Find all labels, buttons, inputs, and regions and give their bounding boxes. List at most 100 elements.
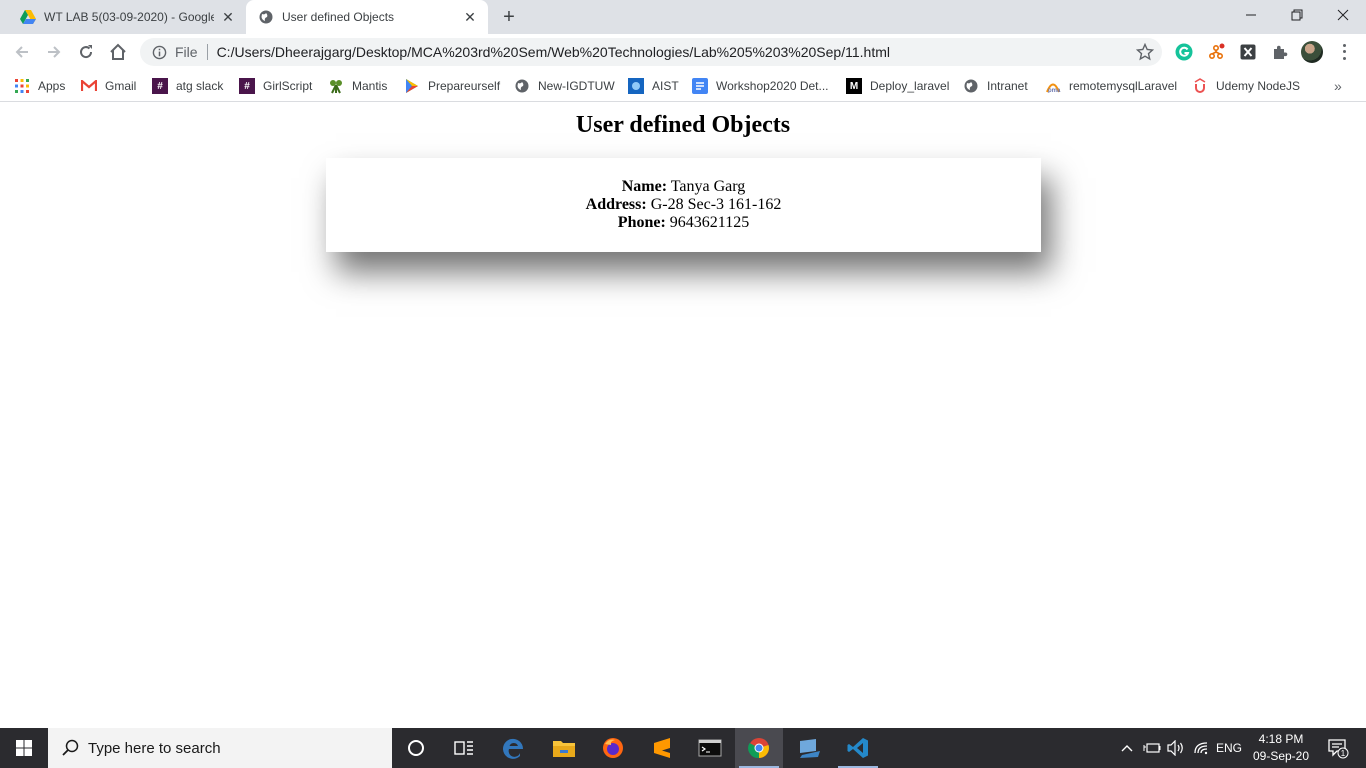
bookmark-label: Mantis <box>352 79 388 93</box>
tab-user-defined-objects[interactable]: User defined Objects ✕ <box>246 0 488 34</box>
battery-icon[interactable] <box>1142 728 1162 768</box>
close-tab-icon[interactable]: ✕ <box>220 9 236 25</box>
forward-button[interactable] <box>40 38 68 66</box>
bookmark-label: Gmail <box>105 79 137 93</box>
bookmark-girlscript[interactable]: # GirlScript <box>239 76 312 96</box>
clock-date: 09-Sep-20 <box>1252 749 1310 763</box>
cortana-button[interactable] <box>392 728 440 768</box>
name-value: Tanya Garg <box>670 178 746 195</box>
vscode-taskbar-icon[interactable] <box>834 728 882 768</box>
bookmark-star-icon[interactable] <box>1135 42 1155 61</box>
user-card: Name: Tanya Garg Address: G-28 Sec-3 161… <box>326 158 1041 252</box>
forward-arrow-icon <box>48 46 61 58</box>
bookmarks-bar: Apps Gmail # atg slack # GirlScript Mant… <box>0 70 1366 102</box>
windows-logo-icon <box>16 740 32 756</box>
name-label: Name: <box>621 178 668 195</box>
tab-title: WT LAB 5(03-09-2020) - Google <box>44 10 214 24</box>
bookmark-gmail[interactable]: Gmail <box>81 76 136 96</box>
slack-icon: # <box>152 78 168 94</box>
bookmark-atg-slack[interactable]: # atg slack <box>152 76 223 96</box>
taskbar-search-input[interactable]: Type here to search <box>48 728 392 768</box>
bookmark-label: New-IGDTUW <box>538 79 615 93</box>
action-center-button[interactable]: 1 <box>1318 728 1358 768</box>
bookmark-label: Intranet <box>987 79 1028 93</box>
apps-grid-icon <box>14 78 30 94</box>
medium-icon: M <box>846 78 862 94</box>
mantis-icon <box>328 78 344 94</box>
udemy-icon <box>1192 78 1208 94</box>
home-icon <box>110 43 126 60</box>
bookmark-intranet[interactable]: Intranet <box>963 76 1028 96</box>
globe-icon <box>514 78 530 94</box>
browser-toolbar: File C:/Users/Dheerajgarg/Desktop/MCA%20… <box>0 34 1366 70</box>
notification-icon: 1 <box>1328 739 1349 759</box>
page-content: User defined Objects Name: Tanya Garg Ad… <box>0 103 1366 728</box>
terminal-taskbar-icon[interactable] <box>686 728 734 768</box>
restore-button[interactable] <box>1274 0 1320 30</box>
excel-extension-icon[interactable] <box>1239 43 1257 61</box>
globe-icon <box>963 78 979 94</box>
chevron-up-icon <box>1121 745 1133 752</box>
task-view-button[interactable] <box>440 728 488 768</box>
language-indicator[interactable]: ENG <box>1214 728 1244 768</box>
more-menu-icon[interactable] <box>1336 42 1352 62</box>
bookmark-label: Udemy NodeJS <box>1216 79 1301 93</box>
clock-time: 4:18 PM <box>1258 732 1304 746</box>
volume-icon[interactable] <box>1166 728 1186 768</box>
show-hidden-icons-button[interactable] <box>1118 728 1136 768</box>
bookmark-label: atg slack <box>176 79 224 93</box>
git-extension-icon[interactable] <box>1207 43 1225 61</box>
back-arrow-icon <box>15 46 28 58</box>
grammarly-icon[interactable] <box>1175 43 1193 61</box>
close-window-button[interactable] <box>1320 0 1366 30</box>
extensions-puzzle-icon[interactable] <box>1271 43 1289 61</box>
bookmark-mantis[interactable]: Mantis <box>328 76 387 96</box>
sublime-text-taskbar-icon[interactable] <box>638 728 686 768</box>
url-scheme-label: File <box>175 44 198 60</box>
globe-icon <box>258 9 274 25</box>
bookmark-label: AIST <box>652 79 679 93</box>
bookmark-prepareurself[interactable]: Prepareurself <box>404 76 500 96</box>
file-explorer-taskbar-icon[interactable] <box>540 728 588 768</box>
minimize-button[interactable] <box>1228 0 1274 30</box>
more-bookmarks-icon[interactable]: » <box>1334 78 1342 94</box>
google-drive-icon <box>20 9 36 25</box>
slack-icon: # <box>239 78 255 94</box>
start-button[interactable] <box>0 728 48 768</box>
bookmark-aist[interactable]: AIST <box>628 76 679 96</box>
back-button[interactable] <box>8 38 36 66</box>
bookmark-deploy-laravel[interactable]: M Deploy_laravel <box>846 76 949 96</box>
bookmark-new-igdtuw[interactable]: New-IGDTUW <box>514 76 615 96</box>
bookmark-workshop2020[interactable]: Workshop2020 Det... <box>692 76 829 96</box>
phone-row: Phone: 9643621125 <box>326 214 1041 232</box>
search-icon <box>62 739 79 756</box>
address-value: G-28 Sec-3 161-162 <box>650 196 782 213</box>
bookmark-udemy-nodejs[interactable]: Udemy NodeJS <box>1192 76 1300 96</box>
cortana-circle-icon <box>408 740 424 756</box>
address-label: Address: <box>585 196 647 213</box>
minimize-icon <box>1246 14 1256 16</box>
name-row: Name: Tanya Garg <box>326 178 1041 196</box>
home-button[interactable] <box>104 38 132 66</box>
bookmark-apps[interactable]: Apps <box>14 76 65 96</box>
chrome-taskbar-icon[interactable] <box>735 728 783 768</box>
pma-icon: pma <box>1045 78 1061 94</box>
url-text[interactable]: C:/Users/Dheerajgarg/Desktop/MCA%203rd%2… <box>217 44 890 60</box>
edge-taskbar-icon[interactable] <box>490 728 538 768</box>
bookmark-remotemysqllaravel[interactable]: pma remotemysqlLaravel <box>1045 76 1177 96</box>
new-tab-button[interactable]: + <box>498 6 520 28</box>
play-icon <box>404 78 420 94</box>
address-bar[interactable]: File C:/Users/Dheerajgarg/Desktop/MCA%20… <box>140 38 1162 66</box>
firefox-taskbar-icon[interactable] <box>589 728 637 768</box>
profile-avatar[interactable] <box>1301 41 1323 63</box>
close-icon <box>1337 9 1349 21</box>
task-view-icon <box>454 741 473 755</box>
info-icon[interactable] <box>151 44 167 60</box>
bookmark-label: Prepareurself <box>428 79 501 93</box>
close-tab-icon[interactable]: ✕ <box>462 9 478 25</box>
wifi-icon[interactable] <box>1192 728 1212 768</box>
remote-desktop-taskbar-icon[interactable] <box>785 728 833 768</box>
reload-button[interactable] <box>72 38 100 66</box>
tab-wt-lab[interactable]: WT LAB 5(03-09-2020) - Google ✕ <box>8 0 246 34</box>
taskbar-clock[interactable]: 4:18 PM 09-Sep-20 <box>1246 731 1316 765</box>
